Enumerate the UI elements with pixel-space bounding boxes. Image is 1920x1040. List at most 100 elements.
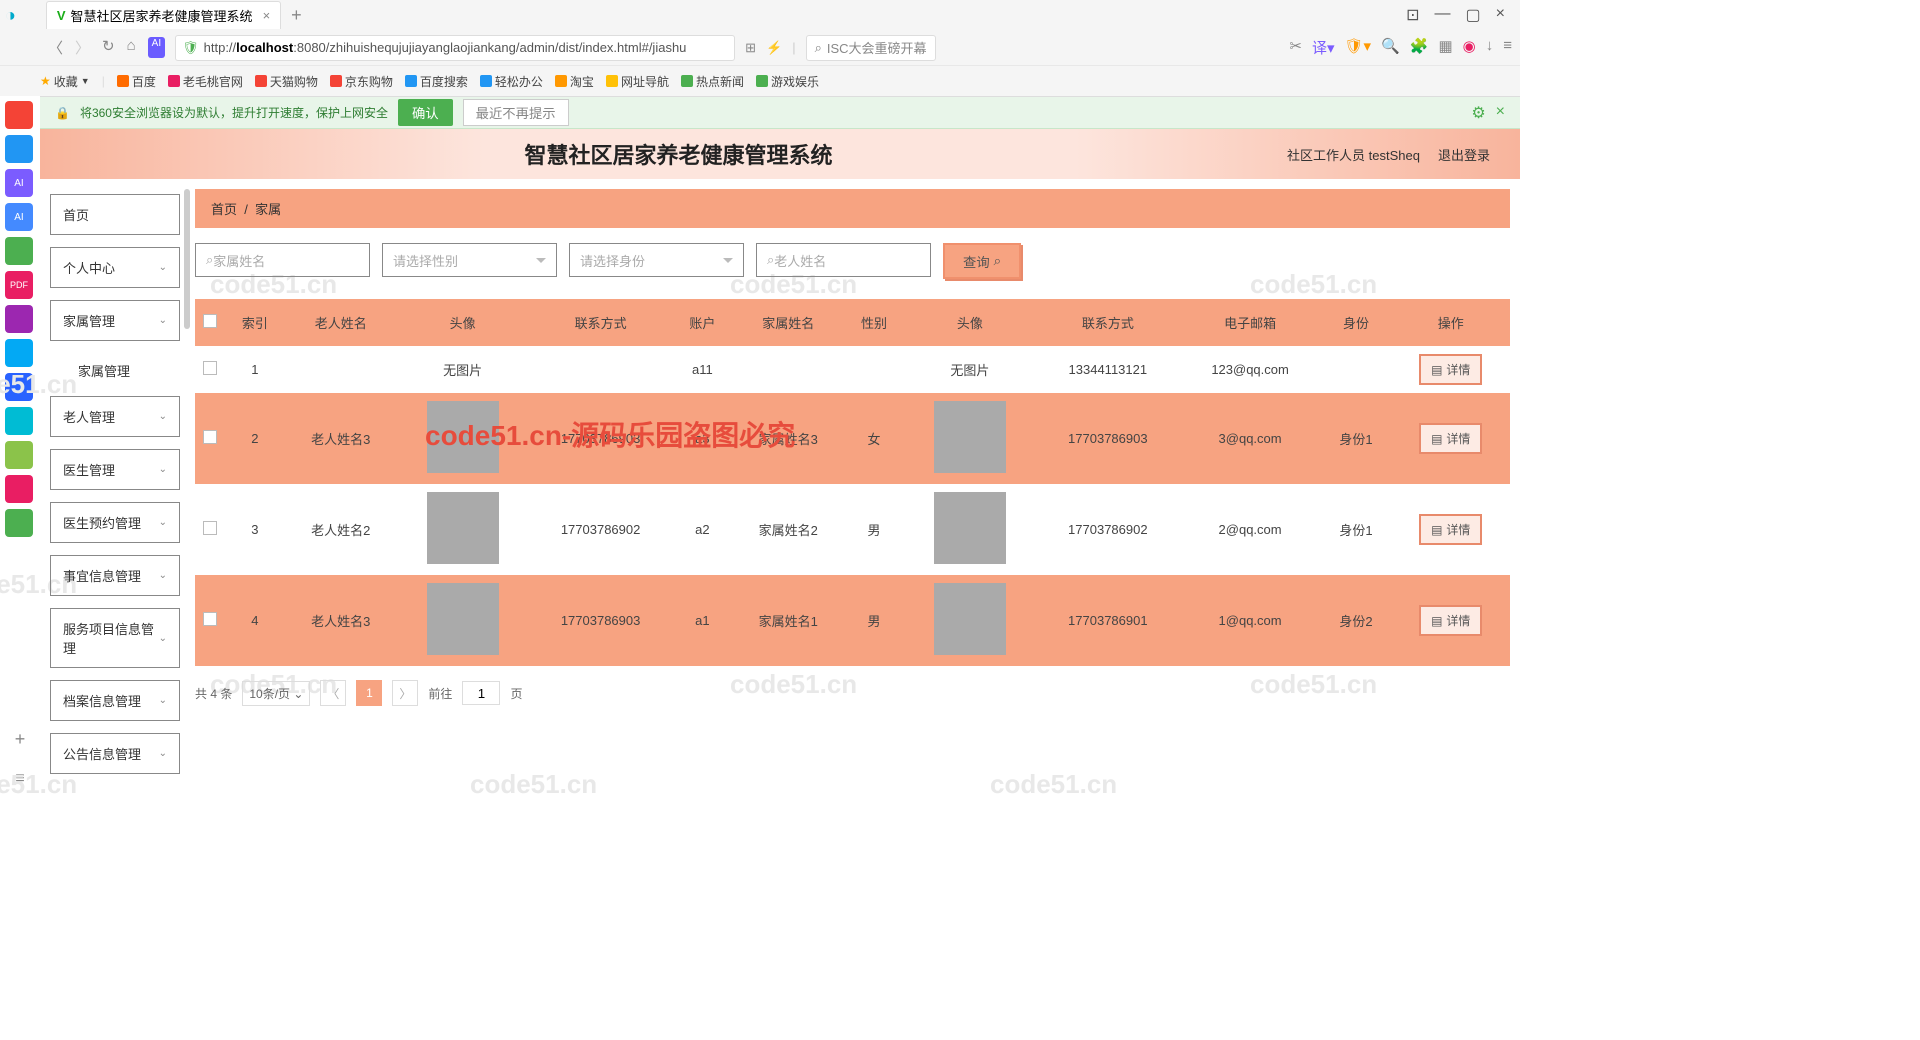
side-icon[interactable]: AI: [5, 169, 33, 197]
notif-text: 将360安全浏览器设为默认，提升打开速度，保护上网安全: [80, 104, 388, 121]
detail-button[interactable]: ▤ 详情: [1419, 605, 1482, 636]
bookmark-item[interactable]: 游戏娱乐: [756, 73, 819, 90]
query-button[interactable]: 查询 ⌕: [943, 243, 1021, 279]
breadcrumb-home[interactable]: 首页: [211, 202, 237, 217]
window-pin-icon[interactable]: ⊡: [1406, 5, 1419, 25]
side-icon[interactable]: [5, 135, 33, 163]
goto-input[interactable]: [462, 681, 500, 705]
sidebar-item-home[interactable]: 首页: [50, 194, 180, 235]
row-checkbox[interactable]: [203, 430, 217, 444]
bookmark-item[interactable]: 天猫购物: [255, 73, 318, 90]
home-icon[interactable]: ⌂: [127, 37, 136, 58]
select-all-checkbox[interactable]: [203, 314, 217, 328]
side-icon[interactable]: [5, 509, 33, 537]
sidebar-subitem-family[interactable]: 家属管理: [50, 353, 180, 388]
side-icon[interactable]: [5, 441, 33, 469]
globe-icon[interactable]: ◉: [1463, 37, 1476, 58]
sidebar-item-matter[interactable]: 事宜信息管理⌄: [50, 555, 180, 596]
security-icon[interactable]: 🛡▾: [1345, 37, 1372, 58]
col-elder: 老人姓名: [285, 299, 397, 346]
back-icon[interactable]: 〈: [48, 37, 63, 58]
sidebar-item-family[interactable]: 家属管理⌄: [50, 300, 180, 341]
breadcrumb: 首页 / 家属: [195, 189, 1510, 228]
cell-fname: 家属姓名3: [732, 393, 844, 484]
side-icon[interactable]: [5, 339, 33, 367]
later-button[interactable]: 最近不再提示: [463, 99, 569, 126]
forward-icon[interactable]: 〉: [75, 37, 90, 58]
sidebar-item-notice[interactable]: 公告信息管理⌄: [50, 733, 180, 774]
bookmark-item[interactable]: 热点新闻: [681, 73, 744, 90]
favicon-icon: V: [57, 8, 66, 23]
apps-icon[interactable]: ▦: [1438, 37, 1452, 58]
detail-button[interactable]: ▤ 详情: [1419, 514, 1482, 545]
address-bar[interactable]: 🛡 http://localhost:8080/zhihuishequjujia…: [175, 35, 735, 61]
side-icon[interactable]: [5, 305, 33, 333]
sidebar-item-service[interactable]: 服务项目信息管理⌄: [50, 608, 180, 668]
settings-icon[interactable]: ⚙: [1471, 103, 1485, 123]
next-page-button[interactable]: 〉: [392, 680, 418, 706]
doc-icon: ▤: [1431, 363, 1442, 377]
confirm-button[interactable]: 确认: [398, 99, 453, 126]
window-close-icon[interactable]: ×: [1496, 5, 1505, 25]
bookmark-item[interactable]: 老毛桃官网: [168, 73, 243, 90]
scan-icon[interactable]: ⊞: [745, 40, 756, 56]
window-max-icon[interactable]: ▢: [1466, 5, 1481, 25]
elder-input[interactable]: ⌕ 老人姓名: [756, 243, 931, 277]
avatar: [427, 401, 499, 473]
bookmark-item[interactable]: 淘宝: [555, 73, 594, 90]
side-icon[interactable]: [5, 101, 33, 129]
sidebar-item-elder[interactable]: 老人管理⌄: [50, 396, 180, 437]
sidebar-scrollbar[interactable]: [184, 189, 190, 786]
bolt-icon[interactable]: ⚡: [766, 40, 782, 56]
ai-icon[interactable]: AI: [148, 37, 165, 58]
window-min-icon[interactable]: —: [1435, 5, 1451, 25]
close-notif-icon[interactable]: ×: [1496, 103, 1505, 123]
sidebar-item-appointment[interactable]: 医生预约管理⌄: [50, 502, 180, 543]
perpage-select[interactable]: 10条/页 ⌄: [242, 681, 310, 706]
bookmark-item[interactable]: 轻松办公: [480, 73, 543, 90]
cell-identity: 身份1: [1320, 393, 1391, 484]
sidebar-item-archive[interactable]: 档案信息管理⌄: [50, 680, 180, 721]
bookmark-item[interactable]: 百度: [117, 73, 156, 90]
zoom-icon[interactable]: 🔍: [1381, 37, 1400, 58]
sidebar-item-profile[interactable]: 个人中心⌄: [50, 247, 180, 288]
side-icon[interactable]: AI: [5, 203, 33, 231]
gender-select[interactable]: 请选择性别: [382, 243, 557, 277]
name-input[interactable]: ⌕ 家属姓名: [195, 243, 370, 277]
add-side-icon[interactable]: +: [5, 729, 35, 750]
search-box[interactable]: ⌕ ISC大会重磅开幕: [806, 35, 936, 61]
logout-link[interactable]: 退出登录: [1438, 145, 1490, 164]
detail-button[interactable]: ▤ 详情: [1419, 423, 1482, 454]
reload-icon[interactable]: ↻: [102, 37, 115, 58]
side-icon[interactable]: [5, 373, 33, 401]
side-menu-icon[interactable]: ≡: [5, 770, 35, 788]
side-icon[interactable]: [5, 475, 33, 503]
translate-icon[interactable]: 译▾: [1312, 37, 1335, 58]
cell-phone1: 17703786903: [529, 575, 673, 666]
bookmark-item[interactable]: 百度搜索: [405, 73, 468, 90]
scissors-icon[interactable]: ✂: [1289, 37, 1302, 58]
page-number[interactable]: 1: [356, 680, 382, 706]
row-checkbox[interactable]: [203, 361, 217, 375]
ext-icon[interactable]: 🧩: [1410, 37, 1429, 58]
bookmark-item[interactable]: 京东购物: [330, 73, 393, 90]
cell-email: 123@qq.com: [1180, 346, 1321, 393]
sidebar-item-doctor[interactable]: 医生管理⌄: [50, 449, 180, 490]
doc-icon: ▤: [1431, 432, 1442, 446]
row-checkbox[interactable]: [203, 521, 217, 535]
side-icon[interactable]: PDF: [5, 271, 33, 299]
side-icon[interactable]: [5, 407, 33, 435]
identity-select[interactable]: 请选择身份: [569, 243, 744, 277]
menu-icon[interactable]: ≡: [1503, 37, 1512, 58]
new-tab-icon[interactable]: +: [291, 5, 302, 26]
prev-page-button[interactable]: 〈: [320, 680, 346, 706]
row-checkbox[interactable]: [203, 612, 217, 626]
detail-button[interactable]: ▤ 详情: [1419, 354, 1482, 385]
col-email: 电子邮箱: [1180, 299, 1321, 346]
bookmark-fav[interactable]: ★收藏▼: [40, 73, 90, 90]
bookmark-item[interactable]: 网址导航: [606, 73, 669, 90]
download-icon[interactable]: ↓: [1486, 37, 1494, 58]
side-icon[interactable]: [5, 237, 33, 265]
browser-tab[interactable]: V 智慧社区居家养老健康管理系统 ×: [46, 1, 281, 29]
tab-close-icon[interactable]: ×: [263, 8, 271, 23]
